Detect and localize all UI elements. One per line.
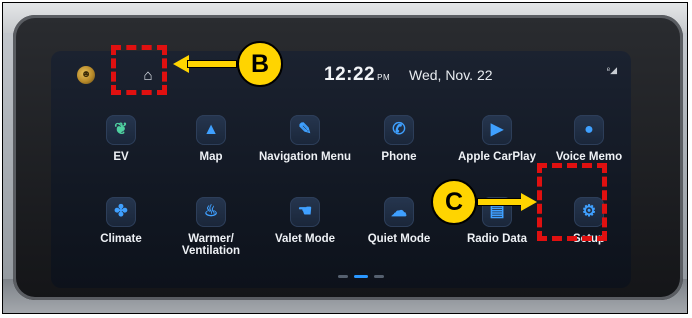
app-apple-carplay[interactable]: ▶ Apple CarPlay [449,115,545,181]
page-dot [374,275,384,278]
seat-heat-icon: ♨ [196,197,226,227]
app-label: Warmer/Ventilation [181,233,241,257]
profile-avatar[interactable]: ☻ [77,66,95,84]
clock-time: 12:22 [324,64,376,85]
callout-box-b [111,45,167,95]
microphone-icon: ● [574,115,604,145]
phone-icon: ✆ [384,115,414,145]
page-dot-active [354,275,368,278]
clock: 12:22 PM [324,64,390,86]
photo-frame: ☻ ⌂ 12:22 PM Wed, Nov. 22 ᵉ◢ ❦ EV ▲ Map ✎ Navi… [2,2,688,314]
clock-ampm: PM [377,73,391,82]
app-label: Climate [100,233,142,245]
signal-icon: ᵉ◢ [606,65,617,75]
quiet-icon: ☁ [384,197,414,227]
app-map[interactable]: ▲ Map [163,115,259,181]
app-label: Navigation Menu [258,151,351,163]
app-label: Phone [381,151,417,163]
app-phone[interactable]: ✆ Phone [351,115,447,181]
app-label: Map [199,151,223,163]
app-warmer-ventilation[interactable]: ♨ Warmer/Ventilation [163,197,259,263]
callout-arrow-c [477,198,523,206]
app-label: Radio Data [466,233,528,245]
app-label: Valet Mode [274,233,336,245]
app-label: EV [113,151,129,163]
app-navigation-menu[interactable]: ✎ Navigation Menu [257,115,353,181]
leaf-icon: ❦ [106,115,136,145]
pen-icon: ✎ [290,115,320,145]
app-label: Voice Memo [555,151,623,163]
navigation-arrow-icon: ▲ [196,115,226,145]
app-valet-mode[interactable]: ☚ Valet Mode [257,197,353,263]
fan-icon: ✤ [106,197,136,227]
callout-label-b: B [237,41,283,87]
date: Wed, Nov. 22 [409,67,493,83]
app-label: Quiet Mode [367,233,431,245]
callout-label-c: C [431,179,477,225]
page-indicator [338,275,398,279]
play-icon: ▶ [482,115,512,145]
valet-icon: ☚ [290,197,320,227]
page-dot [338,275,348,278]
app-climate[interactable]: ✤ Climate [73,197,169,263]
app-label: Apple CarPlay [458,151,536,163]
callout-arrow-c-head [521,193,537,211]
callout-arrow-b [187,60,237,68]
app-ev[interactable]: ❦ EV [73,115,169,181]
callout-box-c [537,163,607,241]
